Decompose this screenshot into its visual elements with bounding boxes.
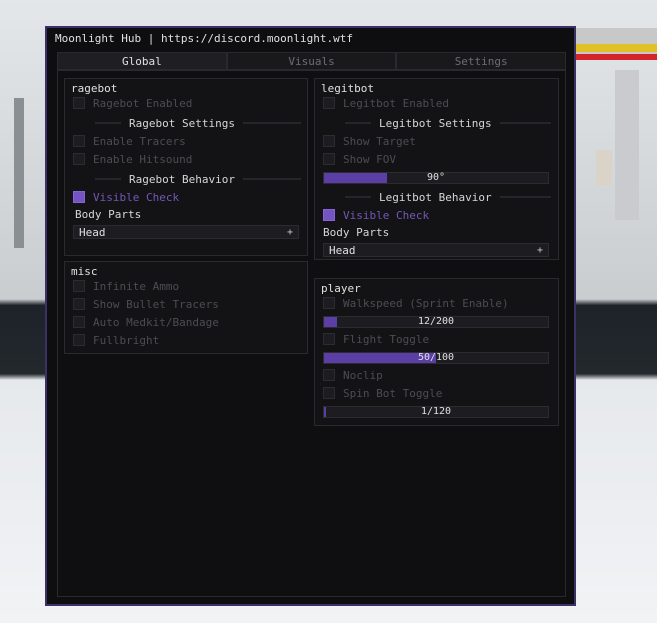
fov-slider-value: 90° [426,172,446,183]
ragebot-body-parts-dropdown[interactable]: Head + [73,225,299,239]
show-target-checkbox[interactable] [323,135,335,147]
ragebot-enabled-label: Ragebot Enabled [93,96,193,110]
expand-plus-icon: + [536,244,543,256]
spinbot-toggle[interactable]: Spin Bot Toggle [323,386,442,400]
legitbot-visible-check-toggle[interactable]: Visible Check [323,208,429,222]
misc-title: misc [71,265,98,278]
ragebot-visible-check-label: Visible Check [93,190,180,204]
enable-hitsound-toggle[interactable]: Enable Hitsound [73,152,192,166]
spinbot-checkbox[interactable] [323,387,335,399]
legitbot-title: legitbot [321,82,374,95]
flight-checkbox[interactable] [323,333,335,345]
spinbot-slider[interactable]: 1/120 [323,406,549,418]
expand-plus-icon: + [286,226,293,238]
fullbright-toggle[interactable]: Fullbright [73,333,159,347]
walkspeed-label: Walkspeed (Sprint Enable) [343,296,509,310]
noclip-toggle[interactable]: Noclip [323,368,383,382]
ragebot-body-parts-value: Head [79,225,106,239]
noclip-checkbox[interactable] [323,369,335,381]
enable-hitsound-checkbox[interactable] [73,153,85,165]
show-fov-checkbox[interactable] [323,153,335,165]
tab-global[interactable]: Global [57,52,227,70]
legitbot-enabled-checkbox[interactable] [323,97,335,109]
player-panel: player Walkspeed (Sprint Enable) 12/200 … [314,278,559,426]
infinite-ammo-label: Infinite Ammo [93,279,180,293]
legitbot-body-parts-value: Head [329,243,356,257]
fullbright-label: Fullbright [93,333,160,347]
player-title: player [321,282,361,295]
fov-slider[interactable]: 90° [323,172,549,184]
fullbright-checkbox[interactable] [73,334,85,346]
walkspeed-toggle[interactable]: Walkspeed (Sprint Enable) [323,296,509,310]
flight-label: Flight Toggle [343,332,430,346]
ragebot-title: ragebot [71,82,118,95]
walkspeed-checkbox[interactable] [323,297,335,309]
legitbot-settings-separator: Legitbot Settings [345,116,551,130]
ragebot-visible-check-checkbox[interactable] [73,191,85,203]
flight-slider-value: 50/100 [417,352,455,363]
ragebot-enabled-toggle[interactable]: Ragebot Enabled [73,96,192,110]
ragebot-body-parts-label: Body Parts [75,208,142,221]
auto-medkit-checkbox[interactable] [73,316,85,328]
show-target-label: Show Target [343,134,416,148]
ragebot-settings-header: Ragebot Settings [129,116,235,130]
ragebot-behavior-header: Ragebot Behavior [129,172,235,186]
walkspeed-slider[interactable]: 12/200 [323,316,549,328]
flight-slider[interactable]: 50/100 [323,352,549,364]
tab-visuals[interactable]: Visuals [226,52,397,70]
legitbot-behavior-separator: Legitbot Behavior [345,190,551,204]
enable-tracers-label: Enable Tracers [93,134,186,148]
enable-hitsound-label: Enable Hitsound [93,152,193,166]
misc-panel: misc Infinite Ammo Show Bullet Tracers A… [64,261,308,354]
legitbot-visible-check-label: Visible Check [343,208,430,222]
flight-toggle[interactable]: Flight Toggle [323,332,429,346]
bullet-tracers-checkbox[interactable] [73,298,85,310]
ragebot-enabled-checkbox[interactable] [73,97,85,109]
show-fov-label: Show FOV [343,152,396,166]
ragebot-panel: ragebot Ragebot Enabled Ragebot Settings… [64,78,308,256]
legitbot-body-parts-label: Body Parts [323,226,390,239]
legitbot-panel: legitbot Legitbot Enabled Legitbot Setti… [314,78,559,260]
tab-content: ragebot Ragebot Enabled Ragebot Settings… [57,70,566,597]
enable-tracers-toggle[interactable]: Enable Tracers [73,134,186,148]
moonlight-hub-window: Moonlight Hub | https://discord.moonligh… [45,26,576,606]
legitbot-body-parts-dropdown[interactable]: Head + [323,243,549,257]
legitbot-visible-check-checkbox[interactable] [323,209,335,221]
legitbot-settings-header: Legitbot Settings [379,116,492,130]
legitbot-behavior-header: Legitbot Behavior [379,190,492,204]
tab-settings[interactable]: Settings [396,52,567,70]
auto-medkit-toggle[interactable]: Auto Medkit/Bandage [73,315,219,329]
bullet-tracers-label: Show Bullet Tracers [93,297,219,311]
enable-tracers-checkbox[interactable] [73,135,85,147]
legitbot-enabled-label: Legitbot Enabled [343,96,449,110]
background-pillar [615,70,639,220]
background-pump [596,150,612,186]
window-title: Moonlight Hub | https://discord.moonligh… [55,32,354,45]
spinbot-slider-value: 1/120 [420,406,452,417]
legitbot-enabled-toggle[interactable]: Legitbot Enabled [323,96,449,110]
bullet-tracers-toggle[interactable]: Show Bullet Tracers [73,297,219,311]
tab-bar: Global Visuals Settings [57,52,567,70]
ragebot-visible-check-toggle[interactable]: Visible Check [73,190,179,204]
show-target-toggle[interactable]: Show Target [323,134,416,148]
ragebot-settings-separator: Ragebot Settings [95,116,301,130]
show-fov-toggle[interactable]: Show FOV [323,152,396,166]
infinite-ammo-toggle[interactable]: Infinite Ammo [73,279,179,293]
background-station-stripe [572,44,657,52]
auto-medkit-label: Auto Medkit/Bandage [93,315,219,329]
spinbot-label: Spin Bot Toggle [343,386,443,400]
ragebot-behavior-separator: Ragebot Behavior [95,172,301,186]
noclip-label: Noclip [343,368,383,382]
walkspeed-slider-value: 12/200 [417,316,455,327]
infinite-ammo-checkbox[interactable] [73,280,85,292]
background-pole [14,98,24,248]
